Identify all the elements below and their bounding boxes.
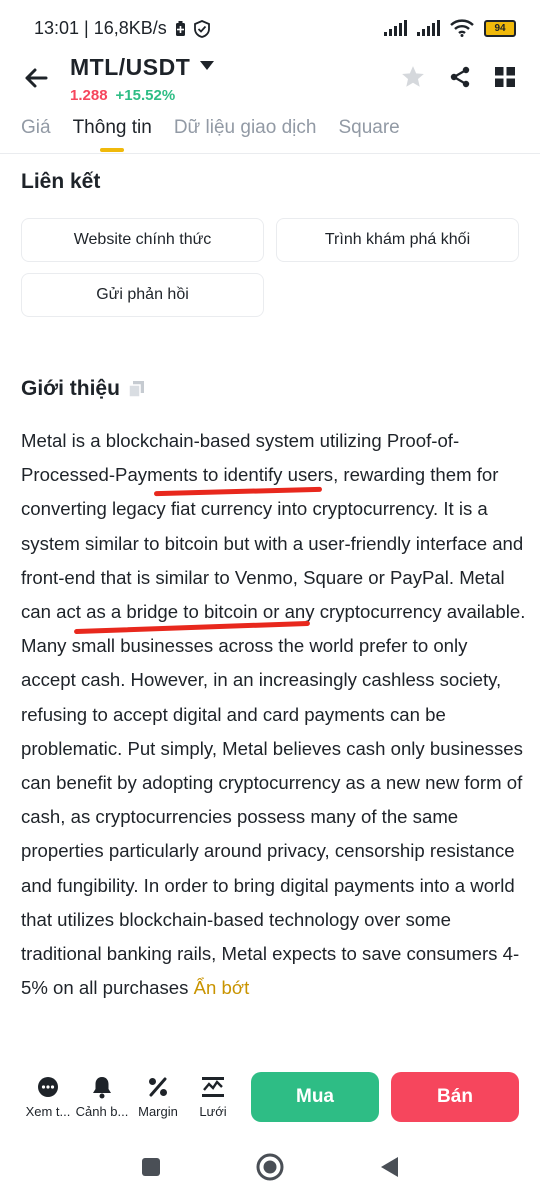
battery-saver-icon: [175, 20, 185, 36]
signal-icon: [417, 20, 440, 36]
back-triangle-icon[interactable]: [378, 1155, 400, 1179]
system-nav-bar: [0, 1140, 540, 1200]
margin-action[interactable]: Margin: [129, 1074, 187, 1119]
tab-divider: [0, 153, 540, 154]
caret-down-icon: [200, 61, 215, 70]
price-line: 1.288 +15.52%: [70, 87, 175, 104]
intro-description: Metal is a blockchain-based system utili…: [21, 430, 526, 999]
tab-trading-data[interactable]: Dữ liệu giao dịch: [174, 108, 317, 152]
tab-square[interactable]: Square: [338, 108, 399, 152]
tab-price[interactable]: Giá: [21, 108, 51, 152]
status-left: 13:01 | 16,8KB/s: [34, 18, 210, 39]
website-button[interactable]: Website chính thức: [21, 218, 264, 262]
back-arrow-icon[interactable]: [20, 62, 52, 94]
copy-icon[interactable]: [128, 380, 146, 398]
buy-button[interactable]: Mua: [251, 1072, 379, 1122]
show-less-link[interactable]: Ẩn bớt: [194, 977, 250, 998]
shield-check-icon: [193, 19, 210, 38]
bell-icon: [93, 1077, 111, 1099]
status-bar: 13:01 | 16,8KB/s 94: [0, 0, 540, 58]
share-icon[interactable]: [448, 65, 472, 89]
bottom-action-bar: Xem t... Cảnh b... Margin Lưới Mua Bán: [0, 1064, 540, 1134]
wifi-icon: [450, 19, 474, 37]
links-title: Liên kết: [21, 170, 101, 193]
intro-title: Giới thiệu: [21, 377, 146, 401]
status-time: 13:01 | 16,8KB/s: [34, 18, 167, 38]
price-change: +15.52%: [115, 87, 176, 104]
tab-info[interactable]: Thông tin: [73, 108, 152, 152]
sell-button[interactable]: Bán: [391, 1072, 519, 1122]
percent-icon: [149, 1077, 167, 1097]
app-header: MTL/USDT 1.288 +15.52%: [0, 52, 540, 108]
recent-apps-icon[interactable]: [141, 1157, 161, 1177]
battery-icon: 94: [484, 19, 516, 37]
star-icon[interactable]: [400, 64, 426, 90]
tab-bar: Giá Thông tin Dữ liệu giao dịch Square: [0, 108, 540, 154]
alert-action[interactable]: Cảnh b...: [73, 1074, 131, 1119]
grid-bot-icon: [202, 1077, 224, 1097]
more-action[interactable]: Xem t...: [19, 1074, 77, 1119]
more-dots-icon: [38, 1077, 58, 1097]
last-price: 1.288: [70, 87, 108, 104]
signal-icon: [384, 20, 407, 36]
explorer-button[interactable]: Trình khám phá khối: [276, 218, 519, 262]
grid-menu-icon[interactable]: [494, 66, 516, 88]
pair-selector[interactable]: MTL/USDT: [70, 54, 215, 81]
header-actions: [400, 64, 516, 90]
feedback-button[interactable]: Gửi phản hồi: [21, 273, 264, 317]
pair-name: MTL/USDT: [70, 54, 191, 80]
grid-action[interactable]: Lưới: [184, 1074, 242, 1119]
status-right: 94: [384, 19, 516, 37]
home-icon[interactable]: [256, 1153, 284, 1181]
